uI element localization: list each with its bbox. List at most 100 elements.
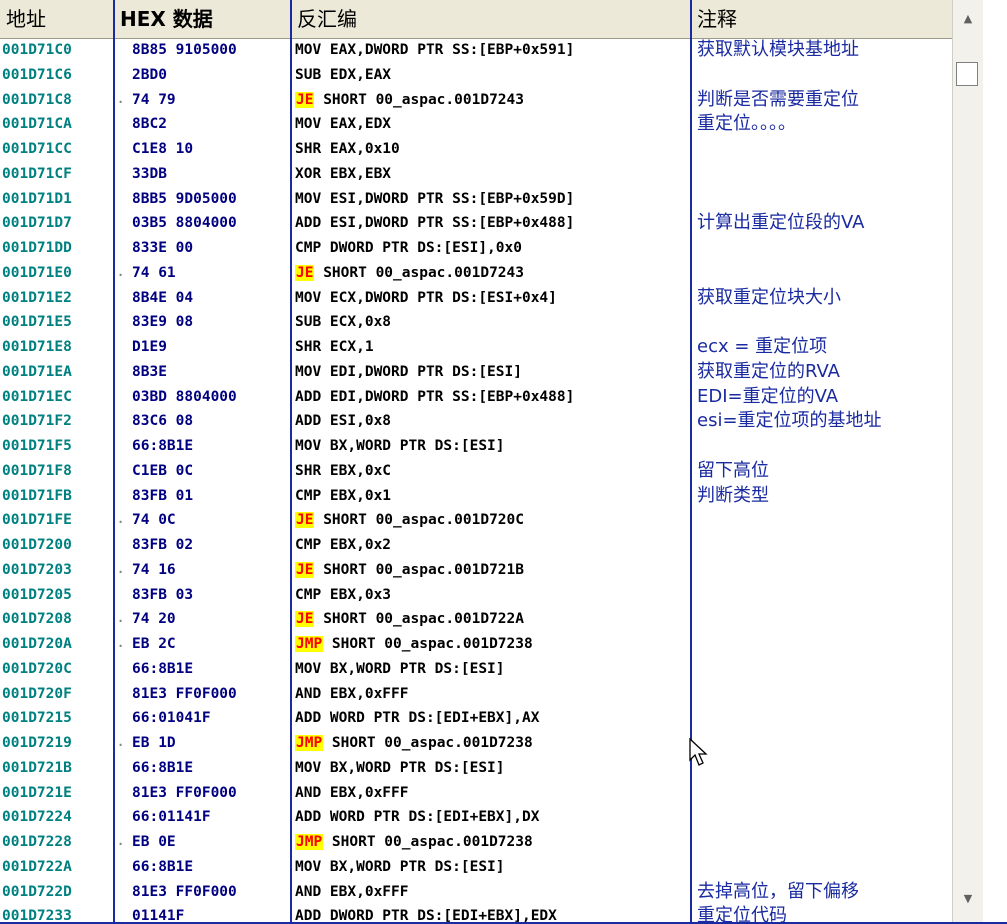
disasm-operand: SHR ECX,1 [295, 339, 374, 355]
table-row[interactable]: 001D71DD 833E 00 CMP DWORD PTR DS:[ESI],0x… [0, 236, 960, 261]
hex-cell: 8B85 9105000 [132, 42, 237, 58]
disasm-cell: JE SHORT 00_aspac.001D722A [295, 607, 690, 632]
hex-cell: 74 79 [132, 91, 176, 108]
table-row[interactable]: 001D71FE. 74 0C JE SHORT 00_aspac.001D720C [0, 508, 960, 533]
hex-cell: 81E3 FF0F000 [132, 883, 237, 900]
disasm-cell: MOV BX,WORD PTR DS:[ESI] [295, 434, 690, 459]
table-row[interactable]: 001D71FB 83FB 01 CMP EBX,0x1 [0, 484, 960, 509]
address-cell: 001D721E [2, 784, 72, 801]
address-cell: 001D71D1 [2, 190, 72, 207]
table-row[interactable]: 001D71F8 C1EB 0C SHR EBX,0xC [0, 459, 960, 484]
disasm-cell: SHR EBX,0xC [295, 459, 690, 484]
table-row[interactable]: 001D720F 81E3 FF0F000 AND EBX,0xFFF [0, 682, 960, 707]
address-cell: 001D720A [2, 636, 72, 652]
comment-text: 重定位。。。。 [697, 113, 796, 135]
address-cell: 001D7205 [2, 586, 72, 603]
scroll-up-arrow-icon[interactable]: ▲ [953, 4, 983, 34]
disasm-operand: SHORT 00_aspac.001D7243 [314, 91, 524, 108]
disasm-cell: SUB EDX,EAX [295, 63, 690, 88]
comment-text: EDI=重定位的VA [697, 385, 839, 407]
table-row[interactable]: 001D71CA 8BC2 MOV EAX,EDX [0, 112, 960, 137]
disasm-operand: ADD EDI,DWORD PTR SS:[EBP+0x488] [295, 388, 575, 405]
address-cell: 001D722D [2, 883, 72, 900]
disasm-cell: ADD WORD PTR DS:[EDI+EBX],DX [295, 805, 690, 830]
disasm-operand: SHORT 00_aspac.001D722A [314, 611, 524, 628]
scrollbar-thumb[interactable] [956, 62, 978, 86]
jump-arrow-icon: . [117, 561, 125, 576]
disasm-operand: AND EBX,0xFFF [295, 685, 409, 702]
table-row[interactable]: 001D721B 66:8B1E MOV BX,WORD PTR DS:[ESI] [0, 756, 960, 781]
table-row[interactable]: 001D7203. 74 16 JE SHORT 00_aspac.001D721B [0, 558, 960, 583]
mouse-cursor-icon [689, 738, 708, 766]
address-cell: 001D7228 [2, 834, 72, 850]
disasm-operand: SHR EBX,0xC [295, 462, 392, 479]
jump-arrow-icon: . [117, 264, 125, 279]
disasm-operand: MOV ESI,DWORD PTR SS:[EBP+0x59D] [295, 190, 575, 207]
disasm-cell: CMP DWORD PTR DS:[ESI],0x0 [295, 236, 690, 261]
address-cell: 001D71FB [2, 487, 72, 504]
table-row[interactable]: 001D7219. EB 1D JMP SHORT 00_aspac.001D723… [0, 731, 960, 756]
disasm-operand: MOV ECX,DWORD PTR DS:[ESI+0x4] [295, 289, 557, 306]
table-row[interactable]: 001D71C6 2BD0 SUB EDX,EAX [0, 63, 960, 88]
disasm-cell: AND EBX,0xFFF [295, 781, 690, 806]
disasm-operand: SHR EAX,0x10 [295, 141, 400, 157]
table-row[interactable]: 001D720A. EB 2C JMP SHORT 00_aspac.001D723… [0, 632, 960, 657]
table-row[interactable]: 001D7224 66:01141F ADD WORD PTR DS:[EDI+EB… [0, 805, 960, 830]
jump-mnemonic: JMP [295, 834, 324, 850]
address-cell: 001D71C8 [2, 91, 72, 108]
address-cell: 001D71D7 [2, 215, 72, 232]
column-header-comment[interactable]: 注释 [691, 0, 960, 38]
table-row[interactable]: 001D71E5 83E9 08 SUB ECX,0x8 [0, 310, 960, 335]
disasm-operand: SHORT 00_aspac.001D7243 [314, 264, 524, 281]
table-row[interactable]: 001D720C 66:8B1E MOV BX,WORD PTR DS:[ESI] [0, 657, 960, 682]
jump-arrow-icon: . [117, 611, 125, 626]
hex-cell: 66:8B1E [132, 858, 194, 875]
hex-cell: 74 61 [132, 264, 176, 281]
disassembly-list[interactable]: 001D71C0 8B85 9105000 MOV EAX,DWORD PTR SS… [0, 38, 960, 922]
disasm-cell: SUB ECX,0x8 [295, 310, 690, 335]
jump-arrow-icon: . [117, 735, 125, 749]
table-row[interactable]: 001D7208. 74 20 JE SHORT 00_aspac.001D722A [0, 607, 960, 632]
disasm-operand: ADD WORD PTR DS:[EDI+EBX],DX [295, 809, 540, 826]
jump-mnemonic: JMP [295, 636, 324, 652]
disasm-cell: XOR EBX,EBX [295, 162, 690, 187]
jump-mnemonic: JE [295, 91, 315, 108]
table-row[interactable]: 001D71D1 8BB5 9D05000 MOV ESI,DWORD PTR SS… [0, 187, 960, 212]
disasm-cell: MOV BX,WORD PTR DS:[ESI] [295, 756, 690, 781]
address-cell: 001D71F8 [2, 462, 72, 479]
hex-cell: 66:01141F [132, 809, 211, 826]
table-row[interactable]: 001D722A 66:8B1E MOV BX,WORD PTR DS:[ESI] [0, 855, 960, 880]
table-row[interactable]: 001D721E 81E3 FF0F000 AND EBX,0xFFF [0, 781, 960, 806]
address-cell: 001D7200 [2, 537, 72, 553]
table-row[interactable]: 001D7200 83FB 02 CMP EBX,0x2 [0, 533, 960, 558]
disasm-operand: SHORT 00_aspac.001D7238 [323, 636, 533, 652]
disasm-cell: MOV EAX,EDX [295, 112, 690, 137]
hex-cell: D1E9 [132, 339, 167, 355]
table-row[interactable]: 001D7233 01141F ADD DWORD PTR DS:[EDI+EBX]… [0, 904, 960, 922]
comment-text: 去掉高位，留下偏移 [697, 880, 859, 902]
address-cell: 001D71E0 [2, 264, 72, 281]
column-header-hex[interactable]: HEX 数据 [114, 0, 291, 38]
table-row[interactable]: 001D7228. EB 0E JMP SHORT 00_aspac.001D723… [0, 830, 960, 855]
column-header-address[interactable]: 地址 [0, 0, 114, 38]
column-header-disasm[interactable]: 反汇编 [291, 0, 691, 38]
disasm-operand: AND EBX,0xFFF [295, 784, 409, 801]
address-cell: 001D71F2 [2, 413, 72, 430]
jump-arrow-icon: . [117, 834, 125, 848]
disasm-operand: MOV EDI,DWORD PTR DS:[ESI] [295, 363, 522, 380]
disasm-cell: MOV BX,WORD PTR DS:[ESI] [295, 855, 690, 880]
table-row[interactable]: 001D7205 83FB 03 CMP EBX,0x3 [0, 583, 960, 608]
jump-arrow-icon: . [117, 91, 125, 106]
comment-text: 计算出重定位段的VA [697, 212, 865, 234]
scroll-down-arrow-icon[interactable]: ▼ [953, 884, 983, 914]
table-row[interactable]: 001D7215 66:01041F ADD WORD PTR DS:[EDI+EB… [0, 706, 960, 731]
vertical-scrollbar[interactable]: ▲ ▼ [952, 0, 983, 922]
disasm-cell: SHR ECX,1 [295, 335, 690, 360]
hex-cell: 81E3 FF0F000 [132, 685, 237, 702]
disassembler-window: 地址 HEX 数据 反汇编 注释 001D71C0 8B85 9105000 MOV… [0, 0, 1007, 924]
table-row[interactable]: 001D71F5 66:8B1E MOV BX,WORD PTR DS:[ESI] [0, 434, 960, 459]
table-row[interactable]: 001D71CF 33DB XOR EBX,EBX [0, 162, 960, 187]
disasm-cell: MOV ESI,DWORD PTR SS:[EBP+0x59D] [295, 187, 690, 212]
table-row[interactable]: 001D71CC C1E8 10 SHR EAX,0x10 [0, 137, 960, 162]
table-row[interactable]: 001D71E0. 74 61 JE SHORT 00_aspac.001D7243 [0, 261, 960, 286]
